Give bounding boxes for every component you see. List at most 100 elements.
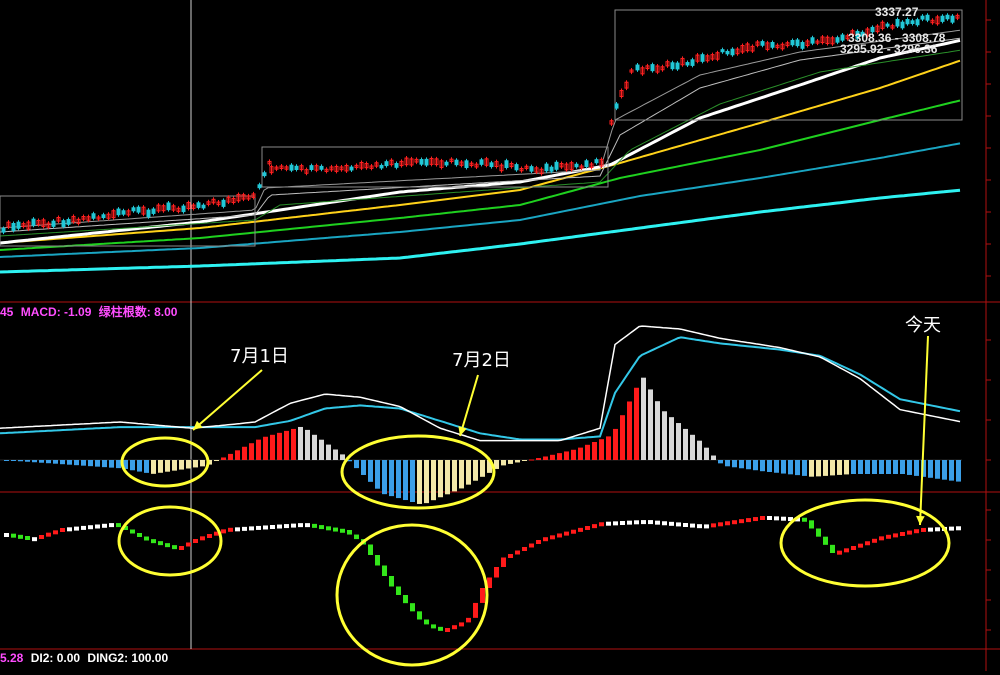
candle-body — [760, 41, 765, 46]
indicator-column — [949, 526, 954, 531]
candle-body — [419, 159, 424, 165]
indicator-column — [151, 539, 156, 544]
macd-histogram-bar — [179, 460, 184, 470]
candle-body — [424, 158, 429, 166]
candle-body — [795, 39, 800, 47]
indicator-column — [144, 536, 149, 541]
candle-body — [196, 202, 201, 208]
macd-histogram-bar — [585, 444, 590, 460]
macd-histogram-bar — [914, 460, 919, 476]
indicator-column — [732, 520, 737, 525]
indicator-column — [599, 522, 604, 527]
macd-histogram-bar — [550, 454, 555, 460]
indicator-column — [466, 617, 471, 623]
macd-histogram-bar — [508, 460, 513, 464]
indicator-column — [473, 602, 478, 618]
candle-body — [464, 160, 469, 169]
macd-histogram-bar — [809, 460, 814, 477]
candle-body — [910, 20, 915, 24]
macd-histogram-bar — [823, 460, 828, 476]
macd-histogram-bar — [284, 430, 289, 460]
candle-body — [574, 163, 579, 168]
candle-body — [479, 159, 484, 165]
macd-histogram-bar — [235, 450, 240, 460]
macd-histogram-bar — [697, 440, 702, 460]
indicator-column — [613, 521, 618, 526]
macd-histogram-bar — [753, 460, 758, 471]
indicator-column — [844, 548, 849, 553]
indicator-column — [634, 520, 639, 525]
indicator-column — [333, 527, 338, 532]
candle-body — [151, 208, 156, 214]
indicator-column — [88, 525, 93, 530]
macd-histogram-bar — [606, 436, 611, 460]
candle-body — [11, 222, 16, 231]
ding2-value: DING2: 100.00 — [87, 651, 169, 665]
arrow-july2-shaft — [459, 374, 479, 437]
indicator-column — [200, 536, 205, 541]
candle-body — [384, 161, 389, 167]
indicator-column — [81, 525, 86, 530]
macd-histogram-bar — [452, 460, 457, 492]
indicator-column — [179, 546, 184, 550]
candle-body — [116, 208, 121, 216]
ma-thin-gray-1 — [0, 29, 961, 229]
candle-body — [136, 206, 141, 213]
indicator-column — [319, 525, 324, 530]
indicator-column — [102, 523, 107, 528]
macd-histogram-bar — [620, 415, 625, 460]
indicator-column — [158, 541, 163, 546]
macd-histogram-bar — [88, 460, 93, 467]
indicator-column — [25, 536, 30, 540]
price-range2-label: 3295.92 - 3296.36 — [840, 42, 938, 56]
arrow-july1-shaft — [192, 369, 263, 431]
indicator-column — [872, 538, 877, 543]
indicator-column — [578, 527, 583, 532]
arrow-today-shaft — [919, 335, 929, 526]
indicator-column — [438, 626, 443, 631]
macd-histogram-bar — [291, 428, 296, 460]
macd-histogram-bar — [32, 460, 37, 463]
indicator-column — [494, 567, 499, 578]
macd-histogram-bar — [907, 460, 912, 475]
macd-histogram-bar — [725, 460, 730, 467]
macd-histogram-bar — [662, 411, 667, 460]
annotation-today: 今天 — [905, 315, 941, 336]
macd-histogram-bar — [137, 460, 142, 472]
candle-body — [670, 62, 675, 70]
macd-histogram-bar — [669, 417, 674, 460]
indicator-column — [662, 521, 667, 526]
macd-info-bar: 45 MACD: -1.09 绿柱根数: 8.00 — [0, 304, 181, 320]
indicator-column — [270, 525, 275, 529]
indicator-column — [781, 516, 786, 521]
indicator-column — [74, 526, 79, 531]
macd-histogram-bar — [333, 449, 338, 460]
indicator-column — [39, 535, 44, 539]
highlight-ellipse-july2-indicator — [335, 523, 489, 667]
candle-body — [66, 219, 71, 225]
indicator-column — [46, 532, 51, 537]
macd-histogram-bar — [277, 432, 282, 460]
macd-histogram-bar — [116, 460, 121, 469]
indicator-column — [165, 543, 170, 548]
macd-histogram-bar — [571, 449, 576, 460]
candle-body — [61, 220, 66, 227]
indicator-column — [340, 528, 345, 533]
macd-histogram-bar — [396, 460, 401, 499]
indicator-column — [137, 533, 142, 537]
indicator-column — [837, 550, 842, 555]
macd-histogram-bar — [4, 460, 9, 461]
macd-histogram-bar — [858, 460, 863, 474]
candle-body — [614, 103, 619, 109]
macd-histogram-bar — [564, 451, 569, 460]
candle-body — [895, 18, 900, 27]
candle-body — [221, 199, 226, 207]
indicator-column — [67, 527, 72, 532]
candle-body — [294, 165, 299, 171]
candle-body — [394, 163, 399, 168]
macd-histogram-bar — [592, 442, 597, 460]
candle-body — [810, 37, 815, 44]
macd-histogram-bar — [361, 460, 366, 475]
indicator-column — [690, 523, 695, 528]
indicator-column — [620, 521, 625, 525]
